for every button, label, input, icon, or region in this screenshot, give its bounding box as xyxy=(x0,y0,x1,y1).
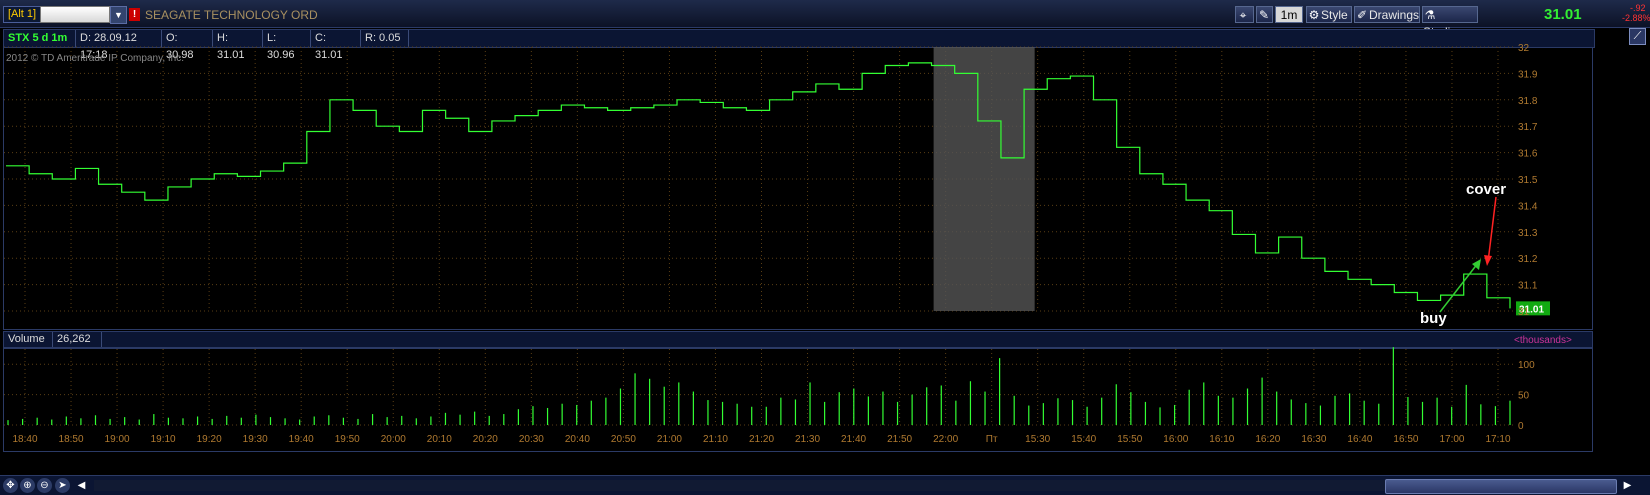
price-tick-label: 31.8 xyxy=(1518,96,1538,107)
move-icon: ✥ xyxy=(6,480,15,491)
time-tick-label: 21:10 xyxy=(703,434,728,445)
pan-tool-button[interactable]: ✥ xyxy=(3,478,18,493)
time-tick-label: 19:50 xyxy=(335,434,360,445)
time-tick-label: 15:50 xyxy=(1117,434,1142,445)
zoom-in-button[interactable]: ⊕ xyxy=(20,478,35,493)
price-tick-label: 31.5 xyxy=(1518,175,1538,186)
time-tick-label: 19:30 xyxy=(243,434,268,445)
time-tick-label: 19:40 xyxy=(289,434,314,445)
time-tick-label: 15:40 xyxy=(1071,434,1096,445)
time-tick-label: 18:40 xyxy=(12,434,37,445)
time-tick-label: 20:40 xyxy=(565,434,590,445)
price-volume-chart[interactable]: 31.01 3131.131.231.331.431.531.631.731.8… xyxy=(0,0,1650,475)
time-tick-label: 19:20 xyxy=(197,434,222,445)
price-tick-label: 31.3 xyxy=(1518,228,1538,239)
time-tick-label: 17:10 xyxy=(1485,434,1510,445)
scrollbar-thumb[interactable] xyxy=(1385,479,1617,494)
time-tick-label: 21:50 xyxy=(887,434,912,445)
time-tick-label: 20:00 xyxy=(381,434,406,445)
chevron-left-icon: ◀ xyxy=(77,480,86,491)
time-tick-label: 21:40 xyxy=(841,434,866,445)
cover-annotation: cover xyxy=(1466,181,1507,198)
time-tick-label: 16:50 xyxy=(1393,434,1418,445)
price-tick-label: 31.6 xyxy=(1518,149,1538,160)
time-tick-label: Пт xyxy=(986,434,998,445)
time-tick-label: 20:50 xyxy=(611,434,636,445)
session-break-shade xyxy=(933,47,1035,311)
price-tick-label: 32 xyxy=(1518,43,1530,54)
price-tick-label: 31.1 xyxy=(1518,281,1538,292)
volume-tick-label: 50 xyxy=(1518,391,1530,402)
bottom-toolbar: ✥ ⊕ ⊖ ➤ ◀ ▶ xyxy=(0,475,1650,495)
buy-annotation: buy xyxy=(1420,310,1447,327)
time-tick-label: 19:10 xyxy=(151,434,176,445)
time-tick-label: 22:00 xyxy=(933,434,958,445)
volume-tick-label: 100 xyxy=(1518,360,1535,371)
cover-arrow xyxy=(1487,196,1497,263)
volume-tick-label: 0 xyxy=(1518,421,1524,432)
time-tick-label: 20:10 xyxy=(427,434,452,445)
time-tick-label: 21:00 xyxy=(657,434,682,445)
time-tick-label: 16:20 xyxy=(1255,434,1280,445)
time-tick-label: 16:10 xyxy=(1209,434,1234,445)
time-tick-label: 16:00 xyxy=(1163,434,1188,445)
time-tick-label: 21:30 xyxy=(795,434,820,445)
buy-arrow xyxy=(1439,262,1479,313)
cursor-icon: ➤ xyxy=(58,480,67,491)
time-tick-label: 17:00 xyxy=(1439,434,1464,445)
time-tick-label: 19:00 xyxy=(105,434,130,445)
cover-arrowhead xyxy=(1484,255,1492,266)
time-tick-label: 20:30 xyxy=(519,434,544,445)
pointer-tool-button[interactable]: ➤ xyxy=(55,478,70,493)
price-tick-label: 31.7 xyxy=(1518,122,1538,133)
chevron-right-icon: ▶ xyxy=(1623,480,1632,491)
zoom-in-icon: ⊕ xyxy=(23,480,32,491)
time-tick-label: 18:50 xyxy=(59,434,84,445)
price-tick-label: 31.2 xyxy=(1518,254,1538,265)
time-tick-label: 21:20 xyxy=(749,434,774,445)
zoom-out-button[interactable]: ⊖ xyxy=(37,478,52,493)
price-tick-label: 31 xyxy=(1518,307,1530,318)
time-tick-label: 20:20 xyxy=(473,434,498,445)
time-tick-label: 15:30 xyxy=(1025,434,1050,445)
zoom-out-icon: ⊖ xyxy=(40,480,49,491)
scroll-right-button[interactable]: ▶ xyxy=(1620,478,1635,493)
scroll-left-button[interactable]: ◀ xyxy=(74,478,89,493)
time-tick-label: 16:40 xyxy=(1347,434,1372,445)
price-tick-label: 31.4 xyxy=(1518,201,1538,212)
price-tick-label: 31.9 xyxy=(1518,69,1538,80)
time-tick-label: 16:30 xyxy=(1301,434,1326,445)
